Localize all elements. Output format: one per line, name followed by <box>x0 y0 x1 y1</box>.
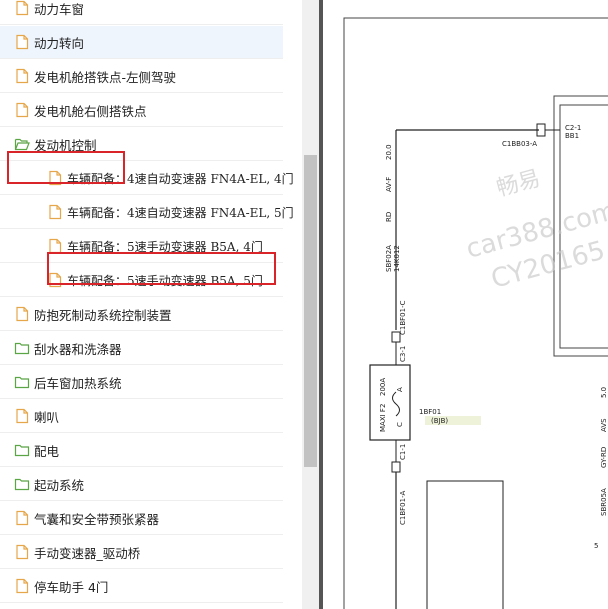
tree-item[interactable]: 动力转向 <box>0 26 283 59</box>
file-icon <box>14 34 30 50</box>
right-wire-color: GY-RD <box>600 447 608 468</box>
wire-id: SBF02A <box>385 245 393 272</box>
folder-icon <box>14 340 30 356</box>
tree-item-label: 发电机舱搭铁点-左侧驾驶 <box>34 69 177 85</box>
tree-item-label: 起动系统 <box>34 477 85 493</box>
fuse-body <box>369 364 411 441</box>
file-icon <box>14 578 30 594</box>
watermark: 畅易 car388.com CY20165 <box>463 166 608 295</box>
tree-item[interactable]: 停车助手 4门 <box>0 570 283 603</box>
tree-item[interactable]: 发电机舱搭铁点-左侧驾驶 <box>0 60 283 93</box>
fuse-box-label: (BJB) <box>431 417 448 425</box>
tree-item[interactable]: 气囊和安全带预张紧器 <box>0 502 283 535</box>
tree-item-label: 动力车窗 <box>34 1 85 17</box>
wiring-diagram-viewer: 畅易 car388.com CY20165 C2-1 BB1 C1BB03-A … <box>319 0 608 609</box>
file-icon <box>14 68 30 84</box>
tree-item-label: 喇叭 <box>34 409 60 425</box>
pin-bottom-label: C1-1 <box>399 444 407 460</box>
wire-id2: 14K012 <box>393 245 401 272</box>
fuse-rating: 200A <box>379 378 387 396</box>
connector-top-sub: BB1 <box>565 132 579 140</box>
right-wire-gauge: 5.0 <box>600 387 608 398</box>
file-icon <box>14 0 30 16</box>
pin-bottom-connector <box>391 461 401 473</box>
connector-top-label: C2-1 <box>565 124 581 132</box>
wiring-diagram: 畅易 car388.com CY20165 C2-1 BB1 C1BB03-A … <box>319 0 608 609</box>
tree-item-label: 后车窗加热系统 <box>34 375 122 391</box>
splice-bottom-label: C1BF01-A <box>399 491 407 525</box>
file-icon <box>14 306 30 322</box>
tree-scrollbar-thumb[interactable] <box>304 155 317 467</box>
pin-top-label: C3-1 <box>399 346 407 362</box>
wire-gauge: 20.0 <box>385 144 393 160</box>
fuse-pin-c: C <box>396 422 404 427</box>
folder-icon <box>14 374 30 390</box>
tree-item-label: 手动变速器_驱动桥 <box>34 545 141 561</box>
file-icon <box>14 510 30 526</box>
tree-item-label: 配电 <box>34 443 60 459</box>
fuse-ref: 1BF01 <box>419 408 441 416</box>
right-pin-label: 5 <box>594 542 598 550</box>
tree-item-label: 刮水器和洗涤器 <box>34 341 122 357</box>
tree-item[interactable]: 防抱死制动系统控制装置 <box>0 298 283 331</box>
tree-item[interactable]: 配电 <box>0 434 283 467</box>
file-icon <box>14 544 30 560</box>
folder-icon <box>14 476 30 492</box>
connector-ref-label: C1BB03-A <box>502 140 537 148</box>
file-icon <box>14 102 30 118</box>
tree-item[interactable]: 后车窗加热系统 <box>0 366 283 399</box>
fuse-pin-a: A <box>396 387 404 392</box>
tree-item[interactable]: 手动变速器_驱动桥 <box>0 536 283 569</box>
splice-top-label: C1BF01-C <box>399 300 407 335</box>
file-icon <box>47 204 63 220</box>
right-wire-type: AVS <box>600 418 608 432</box>
tree-item-label: 防抱死制动系统控制装置 <box>34 307 172 323</box>
tree-item[interactable]: 发电机舱右侧搭铁点 <box>0 94 283 127</box>
folder-icon <box>14 442 30 458</box>
highlight-box-engine-control <box>7 151 125 184</box>
wire-type: AV-F <box>385 177 393 192</box>
tree-item-label: 气囊和安全带预张紧器 <box>34 511 160 527</box>
folder-open-icon <box>14 136 30 152</box>
component-box <box>426 480 504 609</box>
file-icon <box>14 408 30 424</box>
tree-item[interactable]: 车辆配备：4速自动变速器 FN4A-EL, 5门 <box>0 196 294 229</box>
tree-item[interactable]: 刮水器和洗涤器 <box>0 332 283 365</box>
tree-item-label: 车辆配备：4速自动变速器 FN4A-EL, 5门 <box>67 205 294 220</box>
highlight-box-b5a-4door <box>47 252 276 285</box>
document-tree: 动力车窗 动力转向 发电机舱搭铁点-左侧驾驶 发电机舱右侧搭铁点 发动机控制 车辆配备：4… <box>0 0 302 609</box>
right-wire-id: SBR05A <box>600 488 608 516</box>
tree-item[interactable]: 喇叭 <box>0 400 283 433</box>
tree-item-label: 停车助手 4门 <box>34 579 109 595</box>
fuse-label: MAXI F2 <box>379 404 387 432</box>
wire-color: RD <box>385 212 393 222</box>
tree-item-label: 发电机舱右侧搭铁点 <box>34 103 147 119</box>
tree-item[interactable]: 起动系统 <box>0 468 283 501</box>
tree-item[interactable]: 动力车窗 <box>0 0 283 25</box>
tree-item-label: 动力转向 <box>34 35 85 51</box>
watermark-text-1: 畅易 <box>494 166 543 202</box>
